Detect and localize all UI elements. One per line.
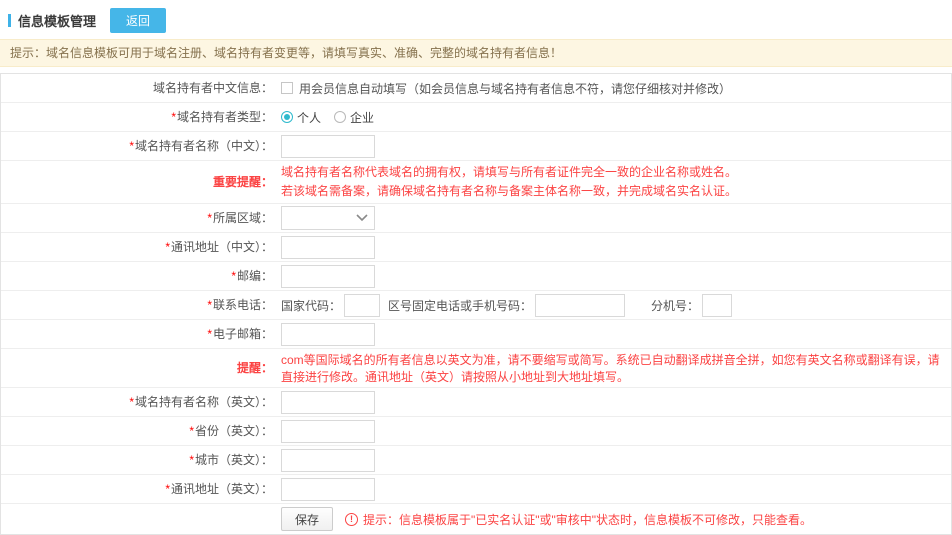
field-label: *域名持有者类型： <box>1 109 281 125</box>
page-header: 信息模板管理 返回 <box>0 0 952 39</box>
radio-personal-icon[interactable] <box>281 111 293 123</box>
field-label: *城市（英文）： <box>1 452 281 468</box>
field-label: *域名持有者名称（中文）： <box>1 138 281 154</box>
important-reminder-line2: 若该域名需备案，请确保域名持有者名称与备案主体名称一致，并完成域名实名认证。 <box>281 182 737 201</box>
row-region: *所属区域： <box>1 204 951 233</box>
autofill-checkbox[interactable] <box>281 82 293 94</box>
row-important-reminder: 重要提醒： 域名持有者名称代表域名的拥有权，请填写与所有者证件完全一致的企业名称… <box>1 161 951 204</box>
autofill-checkbox-label: 用会员信息自动填写（如会员信息与域名持有者信息不符，请您仔细核对并修改） <box>299 80 731 97</box>
row-phone: *联系电话： 国家代码： 区号固定电话或手机号码： 分机号： <box>1 291 951 320</box>
label-text: 通讯地址（英文）： <box>171 482 273 496</box>
required-mark: * <box>189 453 194 467</box>
row-holder-type: *域名持有者类型： 个人 企业 <box>1 103 951 132</box>
label-text: 邮编： <box>237 269 273 283</box>
row-address-en: *通讯地址（英文）： <box>1 475 951 504</box>
radio-company-icon[interactable] <box>334 111 346 123</box>
email-input[interactable] <box>281 323 375 346</box>
holder-name-cn-input[interactable] <box>281 135 375 158</box>
warning-icon: ! <box>345 513 358 526</box>
field-label: *联系电话： <box>1 297 281 313</box>
label-text: 域名持有者类型： <box>177 110 273 124</box>
row-holder-name-en: *域名持有者名称（英文）： <box>1 388 951 417</box>
radio-personal-label: 个人 <box>297 109 321 126</box>
footer-tip-text: 提示：信息模板属于"已实名认证"或"审核中"状态时，信息模板不可修改，只能查看。 <box>363 511 812 528</box>
row-province-en: *省份（英文）： <box>1 417 951 446</box>
phone-number-input[interactable] <box>535 294 625 317</box>
label-text: 城市（英文）： <box>195 453 273 467</box>
info-template-form: 域名持有者中文信息： 用会员信息自动填写（如会员信息与域名持有者信息不符，请您仔… <box>0 73 952 535</box>
required-mark: * <box>189 424 194 438</box>
row-reminder: 提醒： com等国际域名的所有者信息以英文为准，请不要缩写或简写。系统已自动翻译… <box>1 349 951 388</box>
required-mark: * <box>207 327 212 341</box>
region-select[interactable] <box>281 206 375 230</box>
save-button[interactable]: 保存 <box>281 507 333 531</box>
holder-name-en-input[interactable] <box>281 391 375 414</box>
field-label: *邮编： <box>1 268 281 284</box>
required-mark: * <box>171 110 176 124</box>
row-holder-name-cn: *域名持有者名称（中文）： <box>1 132 951 161</box>
extension-input[interactable] <box>702 294 732 317</box>
row-zip: *邮编： <box>1 262 951 291</box>
address-en-input[interactable] <box>281 478 375 501</box>
row-holder-cn-info: 域名持有者中文信息： 用会员信息自动填写（如会员信息与域名持有者信息不符，请您仔… <box>1 74 951 103</box>
row-footer: 保存 ! 提示：信息模板属于"已实名认证"或"审核中"状态时，信息模板不可修改，… <box>1 504 951 534</box>
row-email: *电子邮箱： <box>1 320 951 349</box>
field-label: *所属区域： <box>1 210 281 226</box>
back-button[interactable]: 返回 <box>110 8 166 33</box>
important-reminder-text: 域名持有者名称代表域名的拥有权，请填写与所有者证件完全一致的企业名称或姓名。 若… <box>281 163 737 201</box>
zip-input[interactable] <box>281 265 375 288</box>
important-reminder-label: 重要提醒： <box>1 174 281 190</box>
city-en-input[interactable] <box>281 449 375 472</box>
reminder-text: com等国际域名的所有者信息以英文为准，请不要缩写或简写。系统已自动翻译成拼音全… <box>281 351 951 385</box>
province-en-input[interactable] <box>281 420 375 443</box>
title-accent-bar <box>8 14 11 27</box>
required-mark: * <box>231 269 236 283</box>
label-text: 域名持有者中文信息： <box>153 81 273 95</box>
extension-label: 分机号： <box>651 297 699 314</box>
field-label: *电子邮箱： <box>1 326 281 342</box>
country-code-label: 国家代码： <box>281 297 341 314</box>
label-text: 所属区域： <box>213 211 273 225</box>
radio-option-company[interactable]: 企业 <box>334 109 374 126</box>
field-label: 域名持有者中文信息： <box>1 80 281 96</box>
country-code-input[interactable] <box>344 294 380 317</box>
label-text: 省份（英文）： <box>195 424 273 438</box>
required-mark: * <box>129 395 134 409</box>
radio-option-personal[interactable]: 个人 <box>281 109 321 126</box>
required-mark: * <box>207 211 212 225</box>
field-label: *域名持有者名称（英文）： <box>1 394 281 410</box>
reminder-label: 提醒： <box>1 360 281 376</box>
field-label: *通讯地址（中文）： <box>1 239 281 255</box>
field-label: *省份（英文）： <box>1 423 281 439</box>
required-mark: * <box>165 240 170 254</box>
required-mark: * <box>165 482 170 496</box>
chevron-down-icon <box>356 214 368 222</box>
notice-bar: 提示：域名信息模板可用于域名注册、域名持有者变更等，请填写真实、准确、完整的域名… <box>0 39 952 67</box>
page-title: 信息模板管理 <box>18 11 96 30</box>
row-address-cn: *通讯地址（中文）： <box>1 233 951 262</box>
label-text: 联系电话： <box>213 298 273 312</box>
label-text: 域名持有者名称（中文）： <box>135 139 273 153</box>
important-reminder-line1: 域名持有者名称代表域名的拥有权，请填写与所有者证件完全一致的企业名称或姓名。 <box>281 163 737 182</box>
label-text: 电子邮箱： <box>213 327 273 341</box>
required-mark: * <box>207 298 212 312</box>
row-city-en: *城市（英文）： <box>1 446 951 475</box>
required-mark: * <box>129 139 134 153</box>
phone-number-label: 区号固定电话或手机号码： <box>388 297 532 314</box>
label-text: 通讯地址（中文）： <box>171 240 273 254</box>
field-label: *通讯地址（英文）： <box>1 481 281 497</box>
address-cn-input[interactable] <box>281 236 375 259</box>
label-text: 域名持有者名称（英文）： <box>135 395 273 409</box>
radio-company-label: 企业 <box>350 109 374 126</box>
